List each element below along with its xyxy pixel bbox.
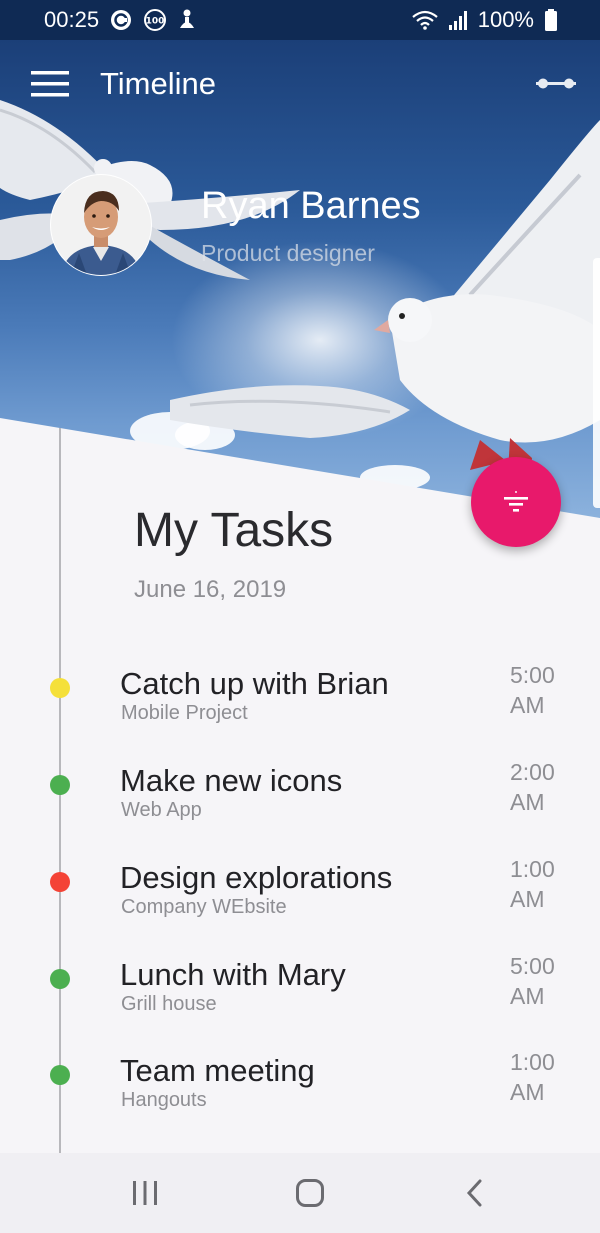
100-badge-icon: 100: [143, 8, 167, 32]
task-item[interactable]: Make new icons Web App 2:00 AM: [0, 759, 600, 849]
tune-icon[interactable]: [534, 66, 578, 102]
filter-fab-button[interactable]: [471, 457, 561, 547]
dove-right-illustration: [170, 120, 600, 480]
task-time: 5:00 AM: [510, 660, 570, 720]
task-time-value: 5:00: [510, 662, 555, 688]
task-status-dot: [50, 1065, 70, 1085]
avatar[interactable]: [50, 174, 152, 276]
task-time-period: AM: [510, 886, 545, 912]
task-subtitle: Grill house: [121, 993, 217, 1015]
task-subtitle: Mobile Project: [121, 702, 248, 724]
task-title: Team meeting: [120, 1053, 315, 1088]
profile-name: Ryan Barnes: [201, 185, 421, 227]
task-item[interactable]: Lunch with Mary Grill house 5:00 AM: [0, 953, 600, 1043]
filter-list-icon: [504, 491, 528, 512]
task-title: Lunch with Mary: [120, 957, 346, 992]
system-nav-bar: [0, 1153, 600, 1233]
task-time: 1:00 AM: [510, 1047, 570, 1107]
tasks-title: My Tasks: [134, 504, 334, 557]
c-circle-icon: [109, 8, 133, 32]
task-item[interactable]: Catch up with Brian Mobile Project 5:00 A…: [0, 662, 600, 752]
person-icon: [177, 8, 197, 32]
task-subtitle: Company WEbsite: [121, 896, 287, 918]
task-time-period: AM: [510, 789, 545, 815]
status-time: 00:25: [44, 7, 100, 32]
task-status-dot: [50, 872, 70, 892]
wifi-icon: [412, 9, 438, 31]
task-title: Make new icons: [120, 763, 343, 798]
profile-role: Product designer: [201, 240, 375, 266]
task-item[interactable]: Team meeting Hangouts 1:00 AM: [0, 1049, 600, 1139]
back-icon[interactable]: [450, 1168, 500, 1218]
signal-icon: [448, 9, 468, 31]
task-time: 1:00 AM: [510, 854, 570, 914]
task-time-value: 2:00: [510, 759, 555, 785]
task-time-value: 1:00: [510, 1049, 555, 1075]
task-title: Design explorations: [120, 860, 393, 895]
task-time: 2:00 AM: [510, 757, 570, 817]
battery-icon: [544, 8, 558, 32]
avatar-portrait: [51, 175, 151, 275]
task-status-dot: [50, 678, 70, 698]
task-status-dot: [50, 969, 70, 989]
task-time-period: AM: [510, 983, 545, 1009]
recents-icon[interactable]: [120, 1168, 170, 1218]
status-bar: 00:25 100 100%: [0, 0, 600, 40]
task-title: Catch up with Brian: [120, 666, 389, 701]
task-subtitle: Hangouts: [121, 1089, 207, 1111]
tasks-date: June 16, 2019: [134, 576, 287, 603]
profile-header: Timeline Ryan Barnes Product designer: [0, 40, 600, 520]
task-time-period: AM: [510, 1079, 545, 1105]
app-bar: Timeline: [0, 40, 600, 128]
task-time-value: 5:00: [510, 953, 555, 979]
battery-percent: 100%: [477, 7, 534, 32]
home-icon[interactable]: [285, 1168, 335, 1218]
task-time-value: 1:00: [510, 856, 555, 882]
task-time: 5:00 AM: [510, 951, 570, 1011]
task-time-period: AM: [510, 692, 545, 718]
task-subtitle: Web App: [121, 799, 202, 821]
task-status-dot: [50, 775, 70, 795]
app-title: Timeline: [100, 66, 216, 101]
task-item[interactable]: Design explorations Company WEbsite 1:00…: [0, 856, 600, 946]
edge-panel-handle[interactable]: [593, 258, 600, 508]
svg-text:100: 100: [146, 17, 165, 27]
hamburger-menu-icon[interactable]: [30, 64, 70, 104]
